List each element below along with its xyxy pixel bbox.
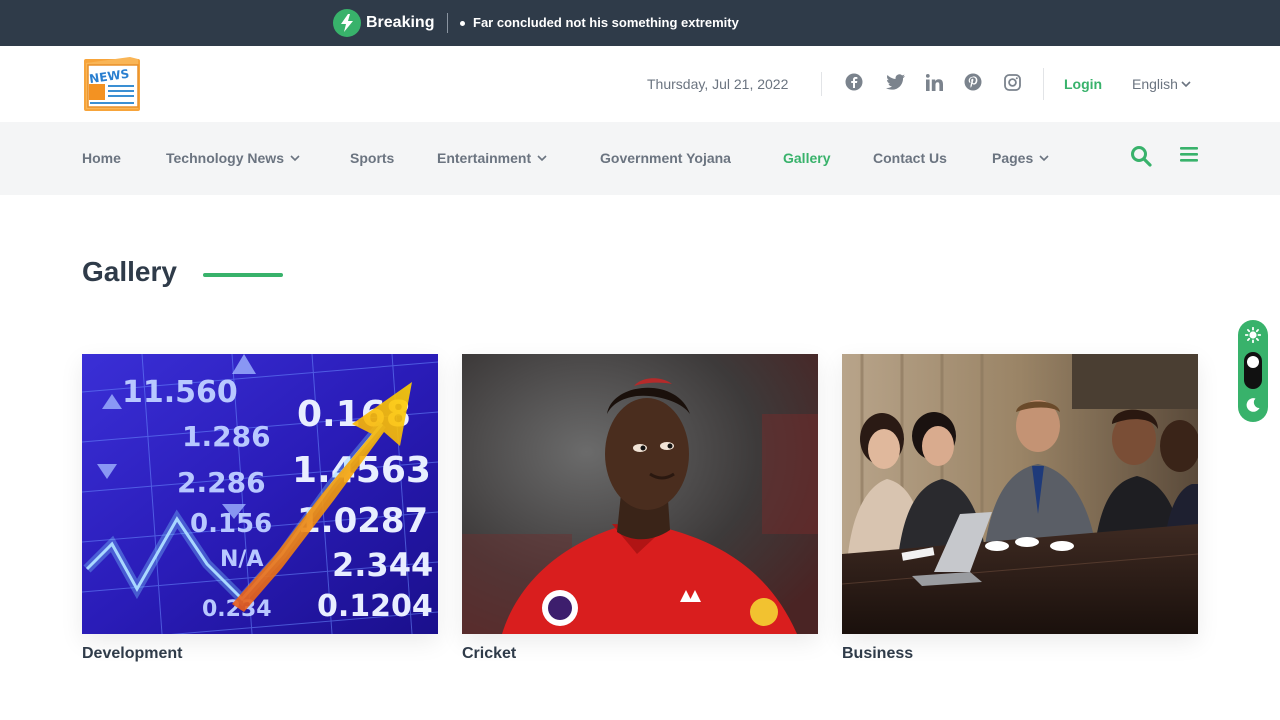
- chevron-down-icon: [290, 154, 300, 161]
- nav-item-label: Entertainment: [437, 150, 532, 166]
- toggle-knob: [1247, 356, 1259, 368]
- instagram-icon[interactable]: [1002, 72, 1022, 92]
- hamburger-menu-icon[interactable]: [1180, 145, 1200, 167]
- nav-item-pages[interactable]: Pages: [992, 150, 1049, 166]
- moon-icon: [1246, 398, 1260, 412]
- facebook-icon[interactable]: [844, 72, 864, 92]
- nav-item-contact-us[interactable]: Contact Us: [873, 150, 947, 166]
- nav-item-label: Contact Us: [873, 150, 947, 166]
- nav-item-home[interactable]: Home: [82, 150, 121, 166]
- main-nav: Home Technology News Sports Entertainmen…: [0, 122, 1280, 195]
- stock-number: 2.344: [332, 546, 433, 584]
- header-divider: [1043, 68, 1044, 100]
- gallery-card-business[interactable]: [842, 354, 1198, 634]
- nav-item-gallery[interactable]: Gallery: [783, 150, 830, 166]
- toggle-switch[interactable]: [1244, 352, 1262, 389]
- stock-number: N/A: [220, 547, 263, 572]
- sun-icon: [1245, 327, 1261, 343]
- login-link[interactable]: Login: [1064, 76, 1102, 92]
- breaking-divider: [447, 13, 448, 33]
- site-logo[interactable]: NEWS: [82, 55, 142, 113]
- stock-number: 2.286: [177, 466, 266, 499]
- linkedin-icon[interactable]: [924, 72, 944, 92]
- gallery-card-development[interactable]: 11.560 1.286 2.286 0.156 0.168 1.4563 1.…: [82, 354, 438, 634]
- pinterest-icon[interactable]: [963, 72, 983, 92]
- chevron-down-icon: [1039, 154, 1049, 161]
- nav-item-label: Technology News: [166, 150, 284, 166]
- nav-item-label: Government Yojana: [600, 150, 731, 166]
- football-player-image: [462, 354, 818, 634]
- site-header: NEWS Thursday, Jul 21, 2022 Login Englis…: [0, 46, 1280, 122]
- lightning-icon: [333, 9, 361, 37]
- breaking-label: Breaking: [366, 14, 435, 31]
- nav-item-label: Gallery: [783, 150, 831, 166]
- nav-item-label: Pages: [992, 150, 1034, 166]
- language-selector[interactable]: English: [1132, 76, 1191, 92]
- breaking-badge: Breaking: [333, 9, 434, 37]
- bullet-icon: [460, 21, 465, 26]
- chevron-down-icon: [1181, 80, 1191, 87]
- nav-item-sports[interactable]: Sports: [350, 150, 394, 166]
- nav-item-label: Home: [82, 150, 121, 166]
- language-label: English: [1132, 76, 1178, 92]
- current-date: Thursday, Jul 21, 2022: [647, 76, 789, 92]
- stock-number: 0.1204: [317, 589, 433, 624]
- breaking-news-bar: Breaking Far concluded not his something…: [0, 0, 1280, 46]
- header-divider: [821, 72, 822, 96]
- gallery-caption: Cricket: [462, 645, 517, 662]
- stock-number: 11.560: [122, 375, 238, 410]
- page-title: Gallery: [82, 256, 177, 287]
- gallery-caption: Development: [82, 645, 183, 662]
- gallery-card-cricket[interactable]: [462, 354, 818, 634]
- chevron-down-icon: [537, 154, 547, 161]
- stock-market-chart-image: 11.560 1.286 2.286 0.156 0.168 1.4563 1.…: [82, 354, 438, 634]
- twitter-icon[interactable]: [885, 72, 905, 92]
- breaking-headline-link[interactable]: Far concluded not his something extremit…: [473, 15, 739, 30]
- nav-item-government-yojana[interactable]: Government Yojana: [600, 150, 731, 166]
- gallery-caption: Business: [842, 645, 914, 662]
- search-icon[interactable]: [1130, 145, 1154, 169]
- theme-toggle[interactable]: [1238, 320, 1268, 422]
- stock-number: 1.286: [182, 420, 271, 453]
- nav-item-label: Sports: [350, 150, 395, 166]
- business-meeting-image: [842, 354, 1198, 634]
- title-underline: [203, 273, 283, 277]
- nav-item-technology-news[interactable]: Technology News: [166, 150, 300, 166]
- nav-item-entertainment[interactable]: Entertainment: [437, 150, 547, 166]
